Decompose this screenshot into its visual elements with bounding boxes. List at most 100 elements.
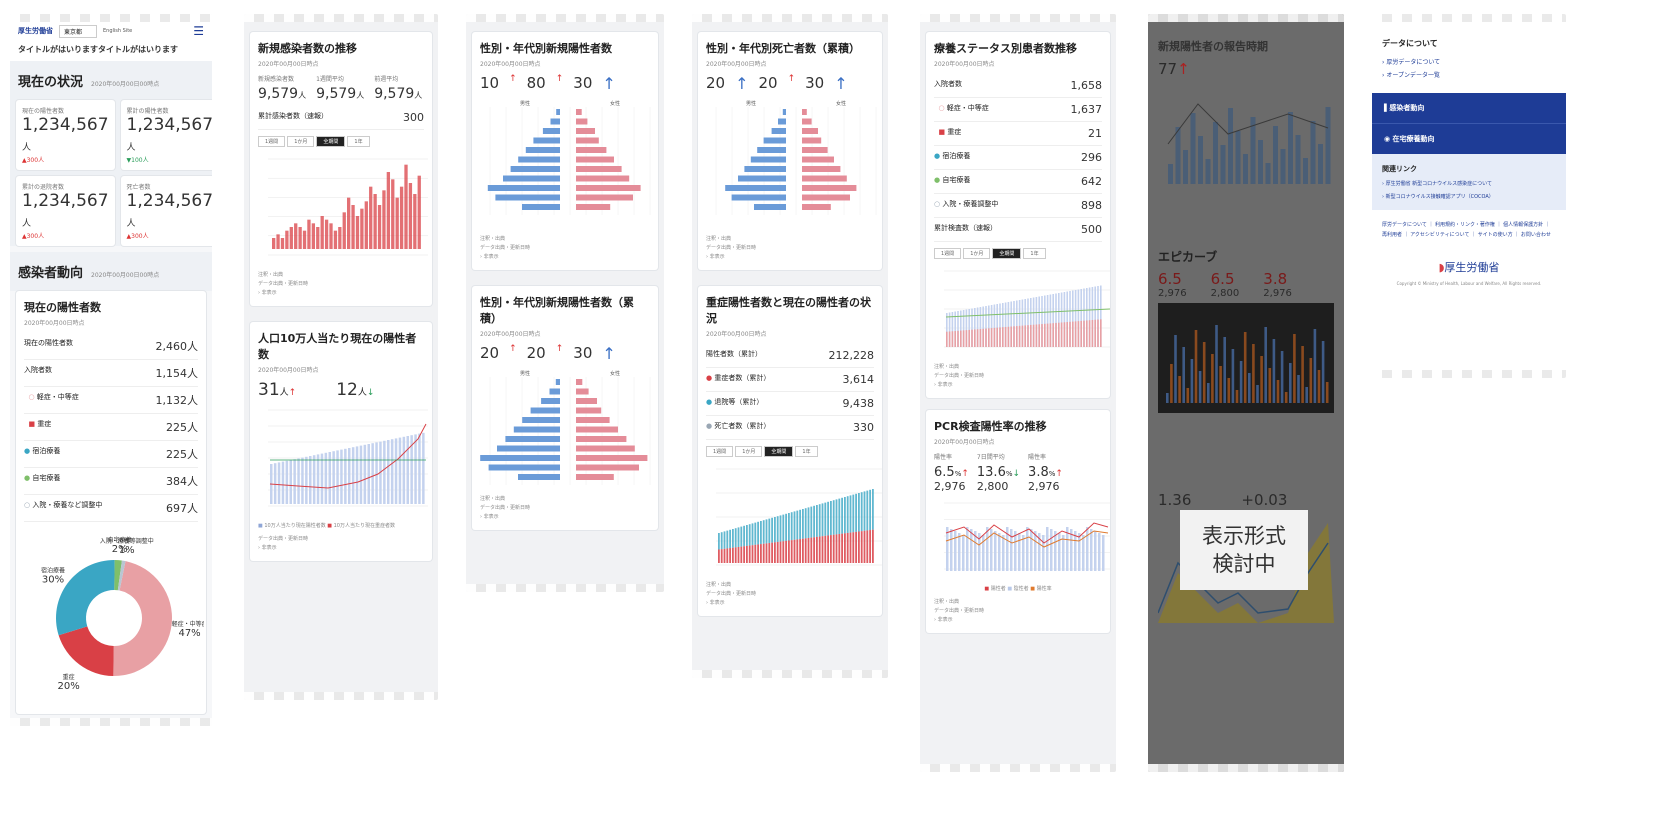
- related-link[interactable]: 厚生労働省 新型コロナウイルス感染症について: [1386, 181, 1492, 187]
- bar: [332, 451, 335, 504]
- bar: [729, 529, 731, 549]
- bar: [576, 128, 595, 134]
- bar: [1264, 327, 1267, 403]
- donut-label: 宿泊療養: [41, 567, 65, 575]
- bar: [576, 455, 648, 461]
- bar: [1074, 531, 1077, 571]
- bar: [320, 453, 324, 504]
- bar: [740, 546, 743, 563]
- bar: [324, 219, 329, 249]
- positive-row: 入院者数 1,154人: [24, 360, 198, 387]
- bar: [1072, 321, 1074, 347]
- bar: [835, 499, 838, 535]
- menu-link[interactable]: 厚労データについて: [1386, 59, 1440, 66]
- prefecture-select[interactable]: 東京都: [59, 24, 98, 38]
- positive-row: ● 自宅療養 384人: [24, 468, 198, 495]
- bar: [774, 542, 776, 563]
- bar: [1094, 319, 1096, 347]
- bar: [849, 532, 852, 563]
- bar: [1166, 393, 1169, 403]
- axis-label: 男性: [520, 370, 530, 377]
- bar: [1030, 324, 1032, 347]
- bar: [1190, 113, 1196, 184]
- bar: [1223, 337, 1226, 403]
- bar: [802, 128, 818, 134]
- bar: [732, 547, 734, 563]
- menu-link[interactable]: オープンデータ一覧: [1386, 72, 1440, 79]
- bar: [369, 186, 373, 249]
- bar: [986, 527, 989, 571]
- bar: [1062, 535, 1065, 571]
- footer-links[interactable]: 厚労データについて ｜ 利用規約・リンク・著作権 ｜ 個人情報保護方針 ｜ 再利…: [1372, 210, 1566, 250]
- bar: [799, 509, 801, 540]
- bar: [718, 549, 720, 563]
- bar: [998, 533, 1001, 571]
- bar: [863, 491, 866, 531]
- bar: [1016, 326, 1018, 347]
- related-link[interactable]: 新型コロナウイルス接触確認アプリ（COCOA）: [1386, 194, 1494, 200]
- pcr-chart: [944, 502, 1110, 571]
- bar: [386, 172, 391, 249]
- bar: [771, 517, 773, 543]
- tab-all[interactable]: 全期間: [316, 136, 346, 147]
- bar: [1256, 385, 1259, 403]
- bar: [1078, 533, 1081, 571]
- bar: [497, 445, 560, 452]
- bar: [1060, 322, 1063, 347]
- donut-slice: [58, 626, 114, 676]
- bar: [754, 522, 757, 545]
- english-site-link[interactable]: English Site: [103, 28, 132, 34]
- bar: [999, 327, 1001, 347]
- bar: [1273, 126, 1278, 184]
- bar: [802, 118, 812, 125]
- bar: [280, 238, 285, 249]
- range-tabs[interactable]: 1週間 1か月 全期間 1年: [258, 136, 424, 147]
- bar: [824, 535, 827, 563]
- bar: [533, 137, 560, 144]
- bar: [838, 534, 841, 563]
- bar: [576, 118, 588, 125]
- bar: [844, 533, 846, 563]
- nav-item-home[interactable]: ◉ 在宅療養動向: [1372, 123, 1566, 154]
- bar: [505, 436, 560, 442]
- ministry-logo: ◗厚生労働省: [1438, 261, 1500, 274]
- status-heading: 現在の状況 2020年00月00日00時点: [10, 61, 212, 100]
- bar: [1058, 322, 1060, 347]
- age-cumulative-card: 性別・年代別新規陽性者数（累積） 2020年00月00日時点 20 ↑ 20 ↑ 3…: [472, 286, 658, 530]
- tab-month[interactable]: 1か月: [287, 136, 315, 147]
- bar: [1046, 323, 1049, 347]
- logo[interactable]: 厚生労働省: [18, 26, 53, 36]
- bar: [779, 541, 782, 563]
- bar: [348, 448, 351, 504]
- panel-new-cases: 新規感染者数の推移 2020年00月00日時点 新規感染者数 9,579人 1週間…: [244, 14, 438, 700]
- bar: [276, 234, 280, 249]
- bar: [518, 474, 560, 480]
- age-pyramid: 男性 女性: [487, 100, 651, 215]
- bar: [957, 330, 959, 347]
- bar: [347, 197, 351, 249]
- tab-week[interactable]: 1週間: [258, 136, 286, 147]
- bar: [1186, 388, 1190, 403]
- donut-chart: 軽症・中等症47%重症20%宿泊療養30%自宅療養2%入院・療養等調整中1%: [41, 536, 208, 692]
- bar: [1190, 359, 1194, 403]
- bar: [804, 508, 807, 539]
- bar: [860, 531, 863, 563]
- bar: [962, 330, 965, 347]
- menu-icon[interactable]: ☰: [193, 24, 204, 38]
- bar: [576, 445, 635, 452]
- donut-value: 1%: [119, 545, 135, 556]
- bar: [576, 474, 614, 480]
- tab-year[interactable]: 1年: [347, 136, 370, 147]
- bar: [776, 516, 779, 542]
- bar: [802, 147, 828, 153]
- bar: [765, 519, 768, 544]
- bar: [958, 533, 961, 571]
- bar: [1086, 320, 1088, 347]
- bar: [754, 544, 757, 563]
- pcr-card: PCR検査陽性率の推移 2020年00月00日時点 陽性率 6.5%↑ 2,976 …: [926, 410, 1110, 633]
- panel-pending: 新規陽性者の報告時期 77↑ エピカーブ 6.5 2,976 6.5 2,800 3…: [1148, 14, 1344, 772]
- nav-item-trends[interactable]: ▌感染者動向: [1372, 93, 1566, 123]
- bar: [404, 164, 408, 249]
- bar: [338, 227, 342, 249]
- bar: [807, 507, 810, 538]
